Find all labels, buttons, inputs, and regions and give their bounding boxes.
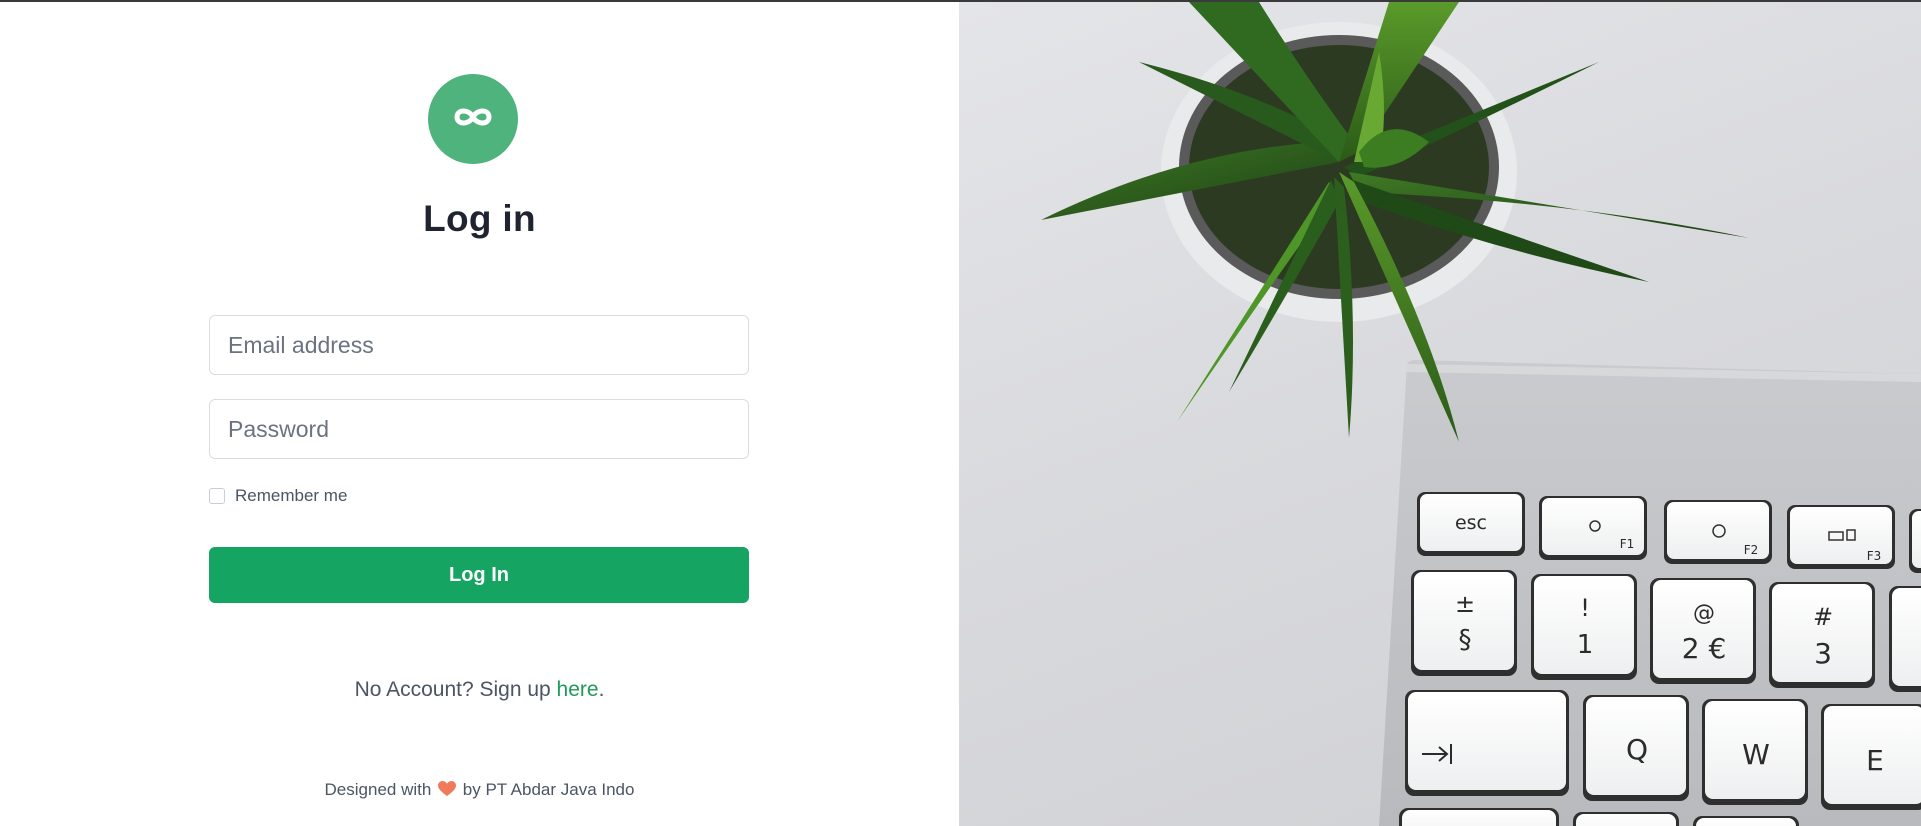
- login-page: Log in Remember me Log In No Account? Si…: [0, 0, 1921, 826]
- brand-logo: [428, 74, 518, 164]
- infinity-icon: [451, 105, 495, 134]
- plant-photo: [1041, 2, 1749, 442]
- signup-prompt: No Account? Sign up here.: [0, 678, 959, 702]
- login-button[interactable]: Log In: [209, 547, 749, 603]
- page-title: Log in: [423, 198, 536, 239]
- footer-credit: Designed with by PT Abdar Java Indo: [0, 780, 959, 802]
- signup-prefix: No Account? Sign up: [354, 678, 557, 701]
- footer-suffix: by PT Abdar Java Indo: [462, 780, 635, 799]
- email-field[interactable]: [209, 315, 749, 375]
- password-field[interactable]: [209, 399, 749, 459]
- hero-image: esc F1 F2 F3 ± § ! 1 @ 2 € # 3 Q W E: [959, 2, 1921, 826]
- signup-suffix: .: [598, 678, 605, 701]
- login-panel: Log in Remember me Log In No Account? Si…: [0, 2, 959, 826]
- remember-me-checkbox[interactable]: [209, 488, 225, 504]
- footer-prefix: Designed with: [324, 780, 432, 799]
- remember-me-label: Remember me: [235, 486, 348, 505]
- remember-me[interactable]: Remember me: [209, 486, 347, 506]
- heart-icon: [438, 781, 457, 802]
- signup-link[interactable]: here: [557, 678, 599, 701]
